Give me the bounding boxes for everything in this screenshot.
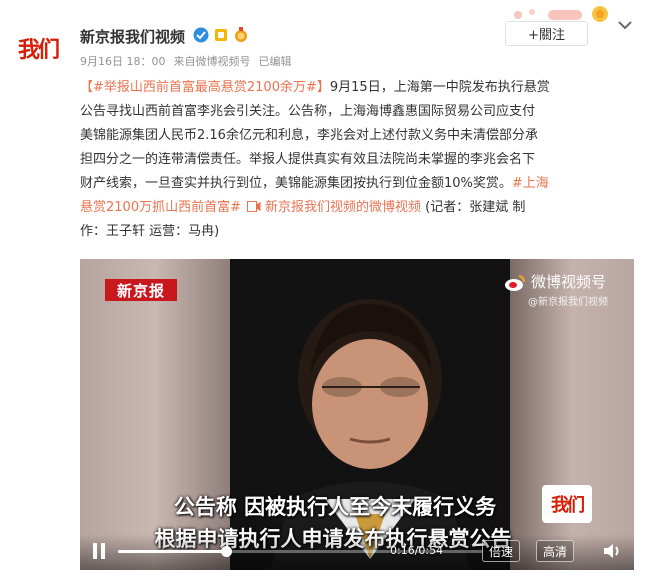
newspaper-logo: 新京报 [105, 279, 177, 301]
video-player[interactable]: 新京报 微博视频号 @新京报我们视频 公告称 因被执行人至今未履行义务 根据申请… [80, 259, 634, 570]
post-time[interactable]: 9月16日 18：00 [80, 55, 166, 68]
post-text-line: 公告寻找山西前首富李兆会引关注。公告称，上海海博鑫惠国际贸易公司应支付 [80, 100, 640, 124]
medal-icon [235, 27, 247, 42]
verified-icon [193, 27, 209, 43]
weibo-post-card: 我们 新京报我们视频 9月16日 18：00 来自微博视频号 已编辑 +關注 【#举… [0, 0, 656, 584]
post-text-line: 作：王子轩 运营：马冉) [80, 220, 640, 244]
watermark-title: 微博视频号 [531, 273, 607, 291]
watermark-handle: @新京报我们视频 [528, 297, 608, 308]
post-text-line: 财产线索，一旦查实并执行到位，美锦能源集团按执行到位金额10%奖赏。#上海 [80, 172, 640, 196]
post-text-segment: 担四分之一的连带清偿责任。举报人提供真实有效且法院尚未掌握的李兆会名下 [80, 152, 536, 167]
speed-button[interactable]: 倍速 [482, 540, 520, 562]
user-name[interactable]: 新京报我们视频 [80, 26, 185, 47]
chevron-down-icon[interactable] [616, 18, 634, 32]
post-text-line: 悬赏2100万抓山西前首富# 新京报我们视频的微博视频 (记者：张建斌 制 [80, 196, 640, 220]
progress-handle[interactable] [221, 546, 233, 557]
post-text-segment: (记者：张建斌 制 [421, 200, 526, 215]
time-display: 0:16/0:54 [390, 544, 444, 557]
post-text-segment: 财产线索，一旦查实并执行到位，美锦能源集团按执行到位金额10%奖赏。 [80, 176, 512, 191]
hashtag-topic-link[interactable]: 【#举报山西前首富最高悬赏2100余万#】 [80, 80, 330, 95]
badge-icon [215, 29, 227, 41]
weibo-watermark: 微博视频号 @新京报我们视频 [504, 271, 634, 311]
post-text-line: 美锦能源集团人民币2.16余亿元和利息，李兆会对上述付款义务中未清偿部分承 [80, 124, 640, 148]
video-subtitle-line-1: 公告称 因被执行人至今未履行义务 [173, 495, 497, 519]
follow-button[interactable]: +關注 [505, 21, 588, 46]
progress-fill [118, 550, 227, 553]
video-controls: 0:16/0:54 倍速 高清 [80, 534, 634, 570]
edited-label[interactable]: 已编辑 [259, 55, 292, 68]
corner-logo-text: 我们 [551, 495, 585, 516]
quality-button[interactable]: 高清 [536, 540, 574, 562]
post-text-segment: 公告寻找山西前首富李兆会引关注。公告称，上海海博鑫惠国际贸易公司应支付 [80, 104, 536, 119]
corner-logo: 我们 [542, 485, 592, 523]
weibo-logo-icon [505, 275, 525, 291]
pause-icon[interactable] [92, 542, 106, 560]
post-text-line: 【#举报山西前首富最高悬赏2100余万#】9月15日，上海第一中院发布执行悬赏 [80, 76, 640, 100]
video-link-icon [246, 201, 261, 212]
post-text-segment: 作：王子轩 运营：马冉) [80, 224, 220, 239]
hashtag-topic-link[interactable]: 悬赏2100万抓山西前首富# [80, 200, 241, 215]
post-text: 【#举报山西前首富最高悬赏2100余万#】9月15日，上海第一中院发布执行悬赏公… [80, 76, 640, 244]
post-text-segment: 9月15日，上海第一中院发布执行悬赏 [329, 80, 550, 95]
volume-icon[interactable] [602, 542, 622, 560]
avatar[interactable]: 我们 [14, 28, 62, 68]
post-text-segment: 美锦能源集团人民币2.16余亿元和利息，李兆会对上述付款义务中未清偿部分承 [80, 128, 538, 143]
post-meta: 9月16日 18：00 来自微博视频号 已编辑 [80, 53, 300, 69]
avatar-logo-text: 我们 [17, 37, 60, 63]
video-link[interactable]: 新京报我们视频的微博视频 [265, 200, 421, 215]
hashtag-topic-link[interactable]: #上海 [512, 176, 549, 191]
post-source[interactable]: 来自微博视频号 [174, 55, 251, 68]
post-text-line: 担四分之一的连带清偿责任。举报人提供真实有效且法院尚未掌握的李兆会名下 [80, 148, 640, 172]
